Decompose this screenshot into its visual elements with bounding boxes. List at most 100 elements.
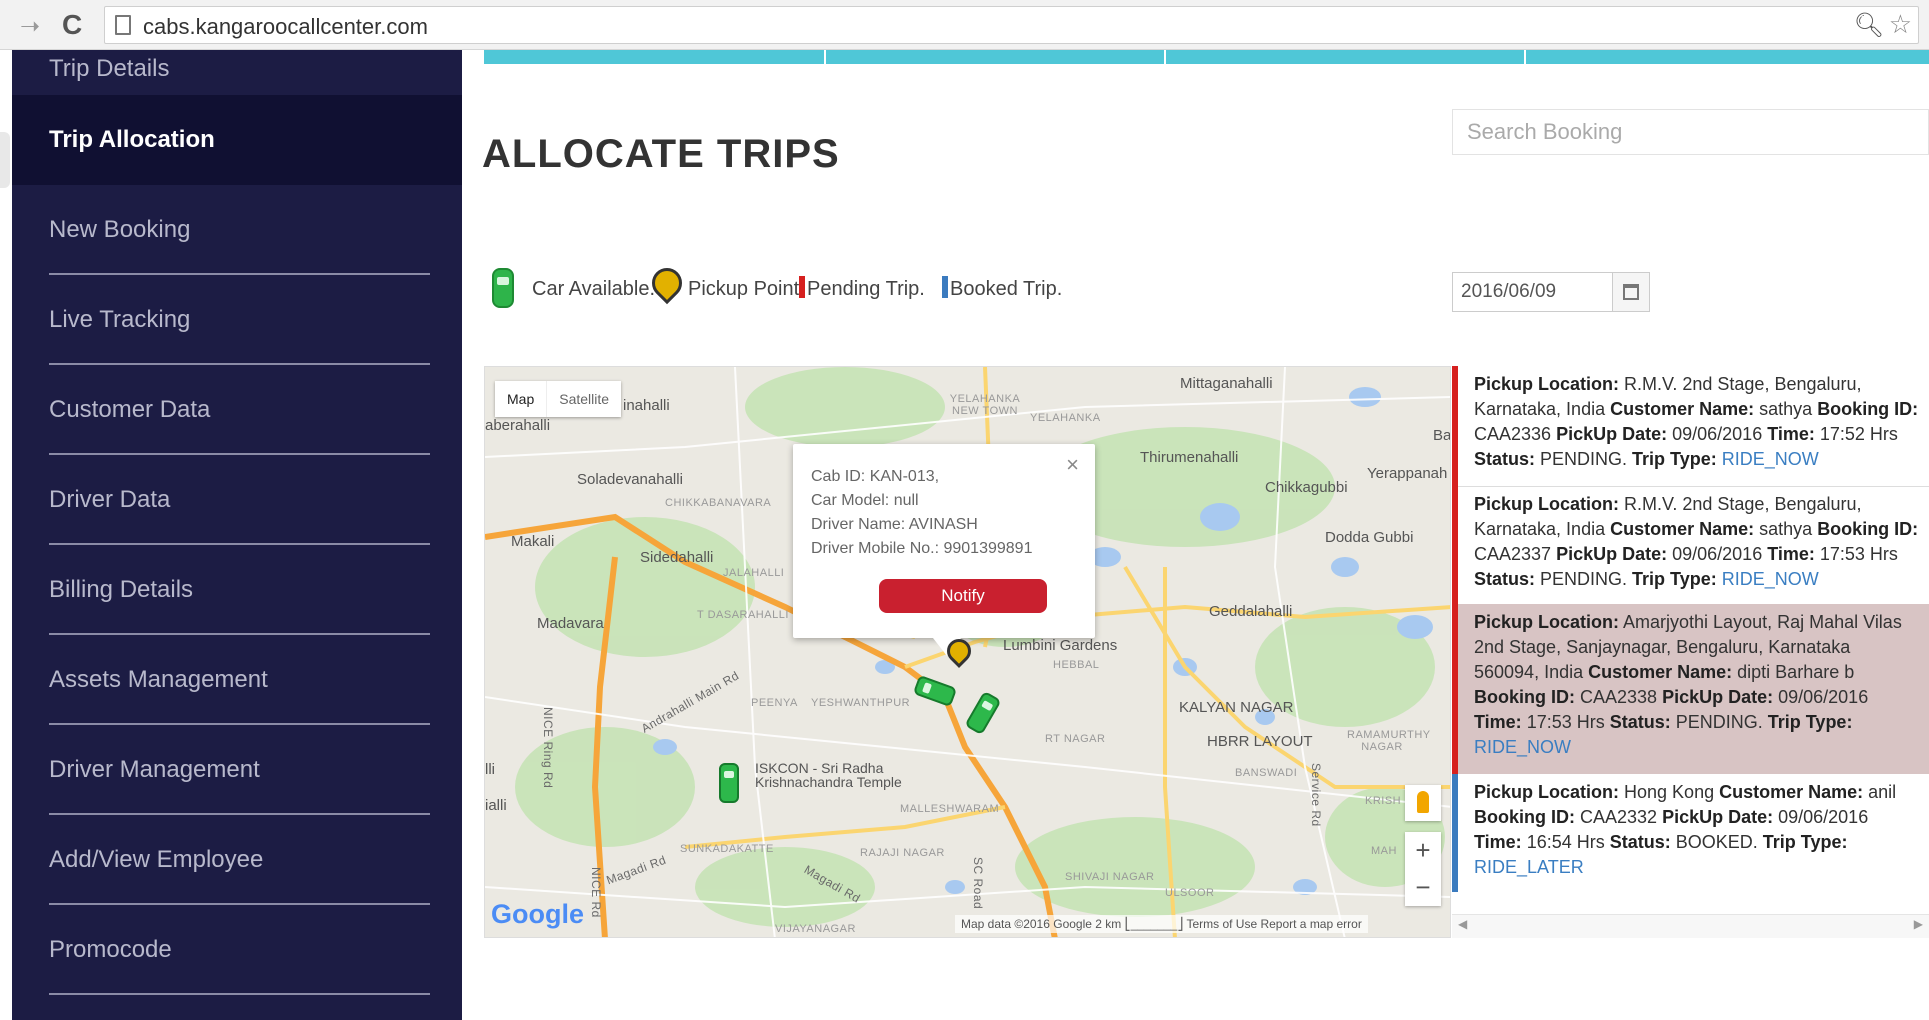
cab-info-popup: × Cab ID: KAN-013, Car Model: null Drive… [793,444,1095,656]
map[interactable]: Map Satellite inahalli aberahalli Mittag… [484,366,1451,938]
scroll-right-icon[interactable]: ▶ [1914,917,1923,931]
map-label: Service Rd [1309,763,1323,827]
sidebar-item-live-tracking[interactable]: Live Tracking [12,275,462,365]
sidebar-item-new-booking[interactable]: New Booking [12,185,462,275]
sidebar-item-label: Assets Management [49,666,268,693]
map-label: Dodda Gubbi [1325,529,1414,546]
google-logo: Google [491,899,584,929]
map-label: NICE Rd [589,867,603,918]
car-model: Car Model: null [811,492,919,509]
map-label: KRISH [1365,795,1402,807]
zoom-control: + − [1405,832,1441,906]
calendar-icon [1623,284,1639,300]
sidebar-item-label: Driver Data [49,486,171,513]
trip-type-link[interactable]: RIDE_NOW [1722,449,1819,469]
zoom-out-button[interactable]: − [1405,869,1441,906]
sidebar-item-label: Trip Allocation [49,126,215,153]
sidebar-item-assets-management[interactable]: Assets Management [12,635,462,725]
map-label: Mittaganahalli [1180,375,1273,392]
map-label: lli [485,761,495,778]
trip-type-link[interactable]: RIDE_LATER [1474,857,1584,877]
sidebar-item-customer-data[interactable]: Customer Data [12,365,462,455]
trip-type-link[interactable]: RIDE_NOW [1722,569,1819,589]
zoom-in-button[interactable]: + [1405,832,1441,869]
map-label: KALYAN NAGAR [1179,699,1294,716]
map-type-control: Map Satellite [495,381,622,417]
map-label: SUNKADAKATTE [680,843,774,855]
map-label: Makali [511,533,555,550]
horizontal-scrollbar[interactable]: ◀ ▶ [1452,914,1929,938]
top-strip [484,50,1929,64]
sidebar-item-driver-management[interactable]: Driver Management [12,725,462,815]
map-label: YELAHANKA NEW TOWN [949,393,1021,417]
map-label: HEBBAL [1053,659,1100,671]
map-label: Ba [1433,427,1451,444]
map-type-map-button[interactable]: Map [495,381,546,417]
map-label: Madavara [537,615,604,632]
map-label: Geddalahalli [1209,603,1293,620]
sidebar-item-trip-allocation[interactable]: Trip Allocation [12,95,462,185]
map-label: Yerappanah [1367,465,1448,482]
map-label: RT NAGAR [1045,733,1106,745]
calendar-button[interactable] [1612,272,1650,312]
map-label: MAH [1371,845,1397,857]
close-icon[interactable]: × [1066,452,1079,478]
map-label: CHIKKABANAVARA [665,497,772,509]
cab-id: Cab ID: KAN-013, [811,468,940,485]
map-label: JALAHALLI [723,567,785,579]
divider [1524,50,1526,64]
notify-button[interactable]: Notify [879,579,1047,613]
sidebar-item-billing-details[interactable]: Billing Details [12,545,462,635]
car-marker-icon[interactable] [719,763,739,803]
booked-marker-icon [942,276,948,298]
pending-marker-icon [799,276,805,298]
map-label: Chikkagubbi [1265,479,1348,496]
driver-name: Driver Name: AVINASH [811,516,978,533]
map-label: NICE Ring Rd [541,707,555,789]
car-icon [492,268,514,308]
map-label: PEENYA [751,697,798,709]
bookmark-star-icon[interactable]: ☆ [1889,9,1912,40]
scroll-left-icon[interactable]: ◀ [1458,917,1467,931]
date-field[interactable]: 2016/06/09 [1452,272,1612,312]
map-label: ULSOOR [1165,887,1215,899]
trip-card[interactable]: Pickup Location: Hong Kong Customer Name… [1452,774,1929,892]
sidebar-item-driver-data[interactable]: Driver Data [12,455,462,545]
map-label: SHIVAJI NAGAR [1065,871,1155,883]
zoom-icon[interactable]: 🔍︎ [1854,11,1884,40]
map-label: Soladevanahalli [577,471,683,488]
street-view-pegman-icon[interactable] [1405,785,1441,821]
map-label: RAJAJI NAGAR [860,847,945,859]
sidebar-item-label: Billing Details [49,576,194,603]
sidebar-item-promocode[interactable]: Promocode [12,905,462,995]
map-label: VIJAYANAGAR [775,923,856,935]
map-label: Sidedahalli [640,549,714,566]
sidebar-item-label: Driver Management [49,756,260,783]
map-label: ialli [485,797,507,814]
divider [824,50,826,64]
map-label: YESHWANTHPUR [811,697,911,709]
divider [49,993,430,995]
trip-card[interactable]: Pickup Location: Amarjyothi Layout, Raj … [1452,604,1929,774]
trip-card[interactable]: Pickup Location: R.M.V. 2nd Stage, Benga… [1452,486,1929,604]
map-label: ISKCON - Sri Radha Krishnachandra Temple [755,760,902,790]
map-label: Lumbini Gardens [1003,637,1118,654]
map-label: BANSWADI [1235,767,1298,779]
main-content: ALLOCATE TRIPS Car Available. Pickup Poi… [462,50,1929,1020]
legend-label: Pickup Point. [688,278,805,300]
map-label: inahalli [623,397,670,414]
map-label: Thirumenahalli [1140,449,1239,466]
divider [1164,50,1166,64]
map-attribution[interactable]: Map data ©2016 Google 2 km ⎣_______⎦ Ter… [955,915,1368,933]
map-type-satellite-button[interactable]: Satellite [546,381,621,417]
map-label: HBRR LAYOUT [1207,733,1313,750]
trip-card[interactable]: Pickup Location: R.M.V. 2nd Stage, Benga… [1452,366,1929,486]
sidebar-item-add-view-employee[interactable]: Add/View Employee [12,815,462,905]
page-title: ALLOCATE TRIPS [482,132,840,176]
legend-label: Booked Trip. [950,278,1063,300]
trip-type-link[interactable]: RIDE_NOW [1474,737,1571,757]
legend-label: Pending Trip. [807,278,925,300]
search-booking-input[interactable] [1452,109,1929,155]
sidebar-item-label: Live Tracking [49,306,191,333]
trip-list: Pickup Location: R.M.V. 2nd Stage, Benga… [1452,366,1929,938]
